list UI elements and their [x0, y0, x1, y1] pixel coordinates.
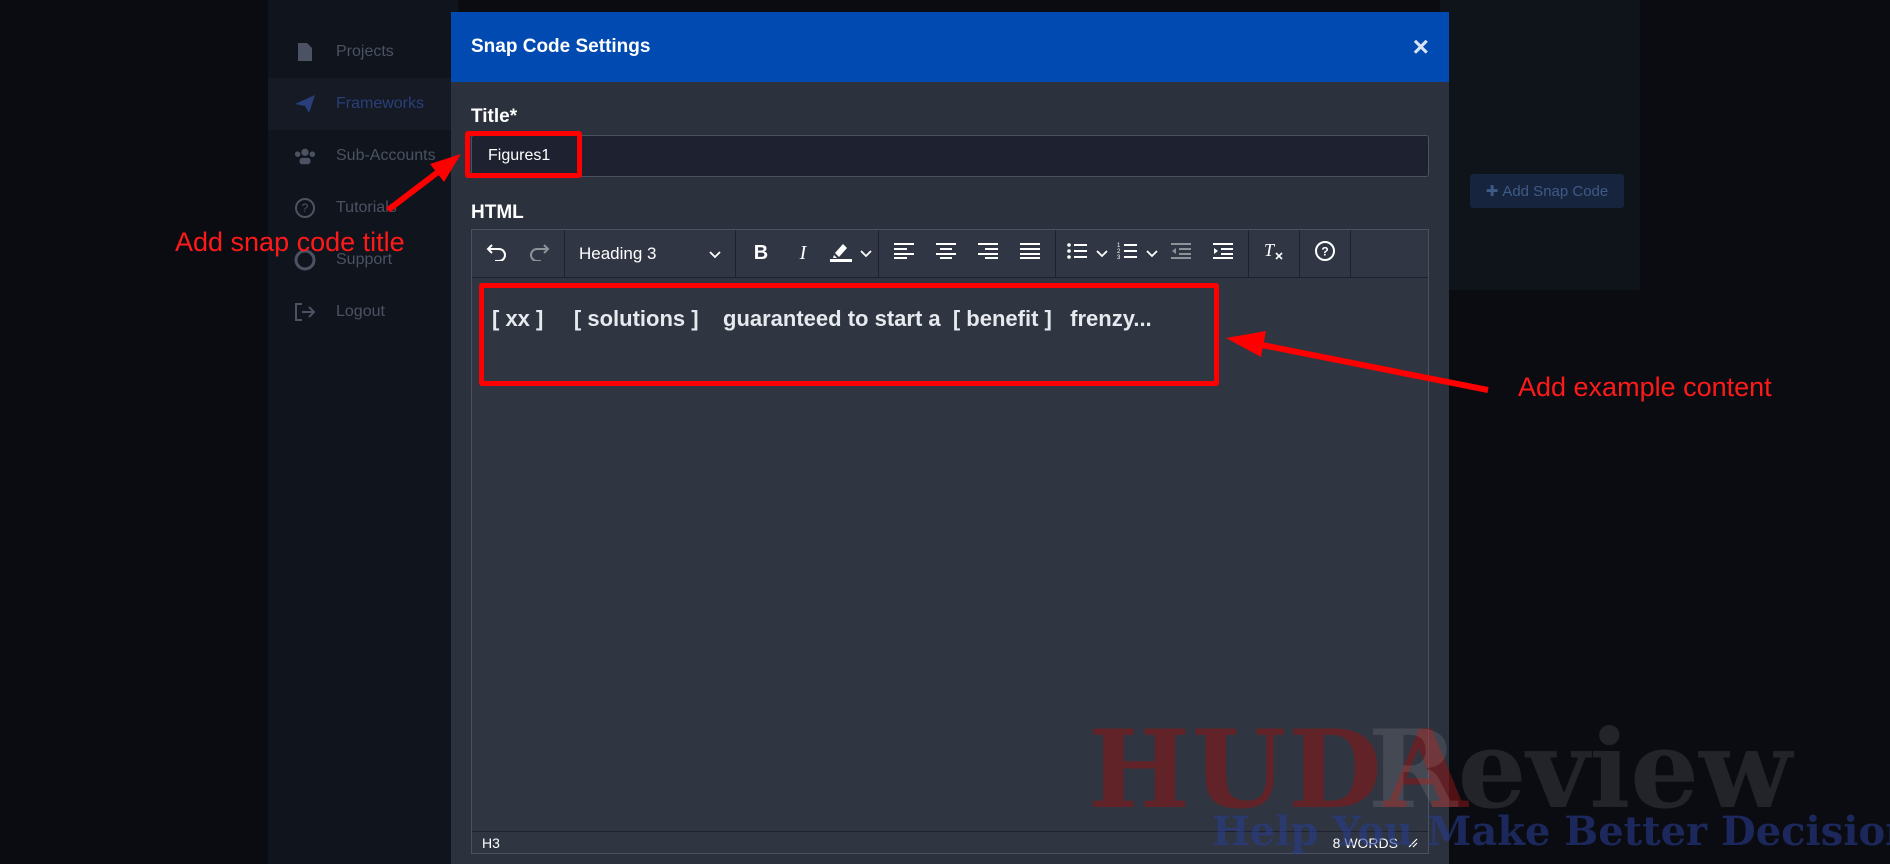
content-callout: Add example content — [1518, 372, 1772, 402]
content-arrow-shaft — [1261, 342, 1489, 393]
title-callout: Add snap code title — [175, 227, 405, 257]
title-arrow-shaft — [386, 169, 440, 213]
content-arrow-head — [1226, 331, 1266, 357]
watermark-tagline: Help You Make Better Decisions — [1212, 808, 1890, 855]
